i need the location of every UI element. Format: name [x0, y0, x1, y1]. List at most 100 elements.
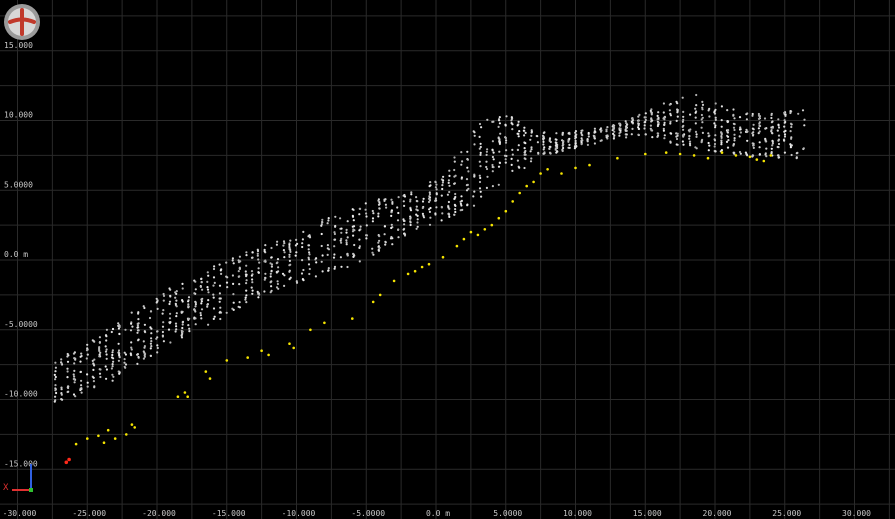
point-white — [174, 322, 178, 325]
point-white — [314, 275, 317, 278]
point-white — [175, 328, 178, 331]
point-white — [112, 360, 115, 363]
point-white — [758, 146, 761, 149]
point-white — [251, 278, 254, 281]
app-logo-button[interactable] — [3, 3, 41, 41]
point-white — [301, 245, 304, 249]
point-yellow — [469, 230, 473, 234]
point-cloud-plot[interactable]: -30.000 -25.000 -20.000 -15.000 -10.000 -5.00… — [0, 0, 895, 519]
point-white — [777, 156, 780, 159]
point-white — [162, 340, 165, 343]
point-white — [777, 138, 781, 141]
point-white — [288, 243, 291, 246]
point-white — [675, 119, 678, 122]
point-white — [428, 208, 431, 211]
point-white — [783, 135, 787, 138]
point-white — [480, 195, 483, 198]
point-white — [245, 264, 248, 267]
point-white — [498, 150, 501, 153]
y-tick-label: -5.0000 — [4, 320, 38, 329]
point-white — [72, 373, 75, 376]
point-white — [744, 151, 748, 154]
point-white — [587, 131, 590, 135]
point-white — [270, 285, 273, 288]
point-white — [161, 325, 165, 328]
point-white — [225, 311, 228, 314]
point-white — [270, 265, 273, 268]
point-white — [751, 114, 754, 117]
point-white — [701, 116, 704, 119]
point-white — [676, 102, 679, 105]
point-white — [479, 190, 482, 193]
point-white — [662, 111, 665, 114]
point-white — [218, 292, 221, 295]
point-white — [142, 305, 145, 308]
point-white — [789, 130, 792, 133]
point-white — [403, 233, 407, 236]
point-white — [763, 117, 767, 120]
point-white — [643, 124, 646, 127]
point-white — [700, 126, 703, 129]
point-white — [511, 169, 514, 172]
point-white — [657, 132, 660, 135]
x-tick-label: -5.0000 — [351, 509, 385, 518]
point-white — [478, 160, 481, 163]
point-white — [676, 111, 679, 114]
point-white — [54, 361, 57, 364]
point-white — [104, 365, 107, 368]
point-white — [321, 254, 324, 257]
point-white — [644, 112, 647, 115]
point-white — [80, 352, 83, 355]
point-white — [130, 311, 133, 314]
point-white — [86, 385, 89, 388]
point-white — [662, 129, 666, 132]
point-white — [389, 237, 393, 240]
point-white — [80, 384, 83, 387]
point-cloud-viewport[interactable]: -30.000 -25.000 -20.000 -15.000 -10.000 -5.00… — [0, 0, 895, 519]
point-white — [485, 160, 488, 163]
point-white — [732, 114, 735, 117]
point-white — [149, 347, 152, 350]
point-white — [270, 246, 273, 250]
point-white — [410, 191, 413, 194]
point-white — [592, 134, 595, 137]
point-white — [315, 261, 318, 264]
point-white — [669, 140, 672, 143]
point-white — [593, 127, 597, 130]
point-white — [72, 393, 76, 396]
point-white — [435, 192, 438, 195]
point-white — [441, 212, 444, 215]
point-white — [720, 139, 723, 142]
point-white — [98, 336, 101, 339]
point-white — [137, 311, 140, 314]
point-white — [117, 370, 120, 373]
point-white — [727, 120, 730, 123]
point-white — [225, 261, 228, 264]
point-white — [220, 272, 223, 275]
x-tick-label: 25.000 — [772, 509, 801, 518]
point-white — [593, 142, 597, 145]
point-white — [326, 244, 329, 247]
point-white — [651, 136, 654, 139]
point-white — [251, 256, 254, 259]
point-white — [143, 323, 146, 326]
point-white — [770, 121, 774, 124]
point-white — [187, 324, 190, 327]
point-white — [651, 119, 654, 122]
point-white — [594, 130, 597, 133]
point-white — [326, 253, 329, 256]
point-white — [384, 240, 387, 243]
point-white — [149, 342, 152, 345]
point-white — [269, 262, 272, 265]
point-white — [441, 187, 444, 191]
point-white — [491, 148, 494, 151]
point-yellow — [678, 152, 682, 156]
point-white — [320, 223, 323, 226]
point-white — [625, 129, 628, 132]
point-white — [784, 113, 787, 116]
x-tick-label: 10.000 — [563, 509, 592, 518]
point-white — [454, 210, 457, 214]
point-white — [637, 126, 640, 129]
point-white — [315, 257, 318, 260]
point-yellow — [511, 200, 514, 203]
